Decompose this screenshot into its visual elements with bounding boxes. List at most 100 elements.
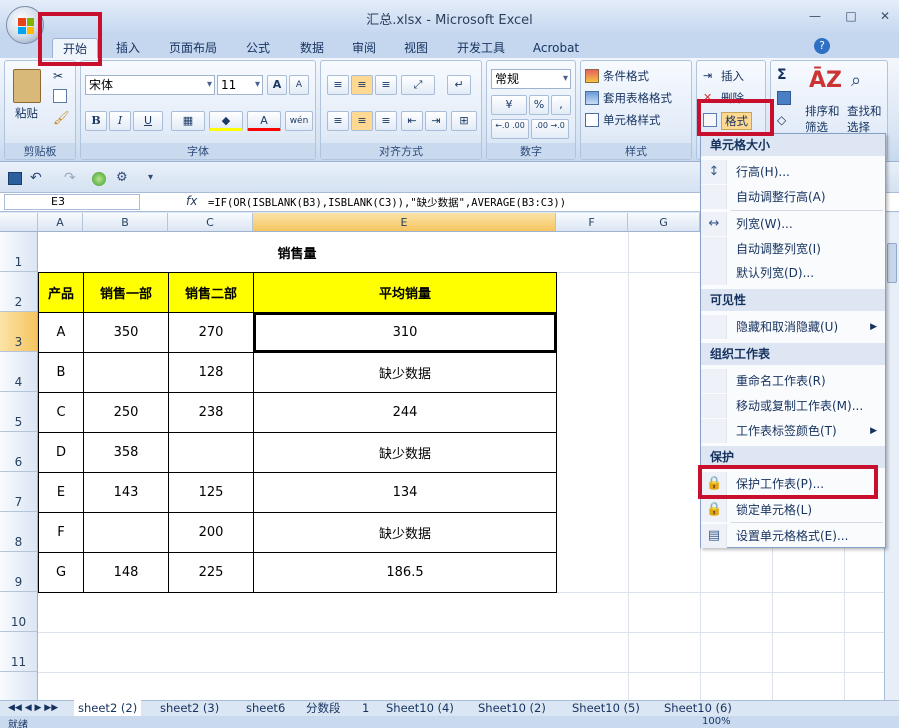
- row-header-2[interactable]: 2: [0, 272, 38, 312]
- decrease-decimal-button[interactable]: .00 →.0: [531, 119, 569, 139]
- paste-icon[interactable]: [13, 69, 41, 103]
- insert-cells-button[interactable]: 插入: [721, 68, 744, 84]
- menu-item-move-copy-sheet[interactable]: 移动或复制工作表(M)...: [701, 394, 885, 418]
- scroll-thumb[interactable]: [887, 243, 897, 283]
- number-format-combo[interactable]: 常规: [491, 69, 571, 89]
- tab-data[interactable]: 数据: [290, 38, 334, 58]
- tab-page-layout[interactable]: 页面布局: [160, 38, 226, 58]
- table-cell[interactable]: 缺少数据: [253, 432, 557, 473]
- wrap-text-icon[interactable]: ↵: [447, 75, 471, 95]
- table-cell[interactable]: 244: [253, 392, 557, 433]
- format-as-table-button[interactable]: 套用表格格式: [603, 90, 672, 106]
- italic-button[interactable]: I: [109, 111, 131, 131]
- menu-item-tab-color[interactable]: 工作表标签颜色(T) ▶: [701, 419, 885, 443]
- customize-toolbar-icon[interactable]: ⚙: [116, 170, 128, 185]
- bold-button[interactable]: B: [85, 111, 107, 131]
- row-header-8[interactable]: 8: [0, 512, 38, 552]
- table-cell[interactable]: 148: [83, 552, 169, 593]
- align-right-icon[interactable]: ≡: [375, 111, 397, 131]
- percent-button[interactable]: %: [529, 95, 549, 115]
- row-header-6[interactable]: 6: [0, 432, 38, 472]
- maximize-button[interactable]: □: [840, 8, 862, 24]
- menu-item-autofit-row-height[interactable]: 自动调整行高(A): [701, 185, 885, 209]
- decrease-indent-icon[interactable]: ⇤: [401, 111, 423, 131]
- column-header-e[interactable]: E: [253, 213, 556, 232]
- find-select-label[interactable]: 查找和: [847, 103, 882, 119]
- font-name-combo[interactable]: 宋体: [85, 75, 215, 95]
- column-header-a[interactable]: A: [38, 213, 83, 232]
- table-cell[interactable]: 缺少数据: [253, 512, 557, 553]
- table-cell[interactable]: 225: [168, 552, 254, 593]
- table-cell[interactable]: 128: [168, 352, 254, 393]
- select-all-corner[interactable]: [0, 213, 38, 232]
- row-header-3[interactable]: 3: [0, 312, 38, 352]
- increase-decimal-button[interactable]: ←.0 .00: [491, 119, 529, 139]
- row-header-5[interactable]: 5: [0, 392, 38, 432]
- table-cell[interactable]: 270: [168, 312, 254, 353]
- table-cell[interactable]: F: [38, 512, 84, 553]
- align-center-icon[interactable]: ≡: [351, 111, 373, 131]
- menu-item-format-cells[interactable]: ▤ 设置单元格格式(E)...: [701, 524, 885, 548]
- increase-indent-icon[interactable]: ⇥: [425, 111, 447, 131]
- table-cell[interactable]: 350: [83, 312, 169, 353]
- clear-icon[interactable]: ◇: [777, 113, 791, 127]
- format-painter-icon[interactable]: 🖌: [53, 111, 70, 126]
- table-cell[interactable]: B: [38, 352, 84, 393]
- tab-formulas[interactable]: 公式: [236, 38, 280, 58]
- row-header-10[interactable]: 10: [0, 592, 38, 632]
- sheet-tab[interactable]: sheet6: [246, 700, 285, 716]
- find-select-icon[interactable]: ⌕: [851, 69, 877, 93]
- table-cell[interactable]: [83, 512, 169, 553]
- conditional-format-button[interactable]: 条件格式: [603, 68, 649, 84]
- tab-view[interactable]: 视图: [394, 38, 438, 58]
- autosum-button[interactable]: Σ: [777, 67, 787, 83]
- cell-styles-button[interactable]: 单元格样式: [603, 112, 661, 128]
- row-header-12[interactable]: [0, 672, 38, 700]
- table-cell[interactable]: D: [38, 432, 84, 473]
- table-cell[interactable]: 143: [83, 472, 169, 513]
- sheet-tab[interactable]: Sheet10 (5): [572, 700, 640, 716]
- menu-item-autofit-column-width[interactable]: 自动调整列宽(I): [701, 237, 885, 261]
- close-button[interactable]: ✕: [874, 8, 896, 24]
- menu-item-column-width[interactable]: ↔ 列宽(W)...: [701, 212, 885, 236]
- save-icon[interactable]: [8, 172, 22, 185]
- orientation-icon[interactable]: ⤢: [401, 75, 435, 95]
- fx-icon[interactable]: fx: [186, 194, 197, 208]
- table-cell[interactable]: 134: [253, 472, 557, 513]
- column-header-f[interactable]: F: [556, 213, 628, 232]
- menu-item-default-width[interactable]: 默认列宽(D)...: [701, 261, 885, 285]
- table-cell[interactable]: [168, 432, 254, 473]
- font-color-button[interactable]: A: [247, 111, 281, 131]
- fill-color-icon[interactable]: ◆: [209, 111, 243, 131]
- sheet-tab[interactable]: Sheet10 (4): [386, 700, 454, 716]
- zoom-level[interactable]: 100%: [702, 716, 731, 727]
- currency-icon[interactable]: ¥: [491, 95, 527, 115]
- tab-acrobat[interactable]: Acrobat: [526, 38, 586, 58]
- sort-filter-label[interactable]: 排序和: [805, 103, 840, 119]
- table-cell[interactable]: 186.5: [253, 552, 557, 593]
- toolbar-dropdown-icon[interactable]: ▾: [148, 172, 153, 183]
- row-header-11[interactable]: 11: [0, 632, 38, 672]
- active-cell[interactable]: 310: [253, 312, 557, 353]
- table-cell[interactable]: 200: [168, 512, 254, 553]
- vertical-scrollbar[interactable]: [884, 213, 899, 700]
- shrink-font-button[interactable]: A: [289, 75, 309, 95]
- name-box[interactable]: E3: [4, 194, 140, 210]
- row-header-7[interactable]: 7: [0, 472, 38, 512]
- menu-item-hide-unhide[interactable]: 隐藏和取消隐藏(U) ▶: [701, 315, 885, 339]
- cut-icon[interactable]: ✂: [53, 69, 67, 83]
- tab-developer[interactable]: 开发工具: [448, 38, 514, 58]
- table-cell[interactable]: [83, 352, 169, 393]
- sheet-nav-icon[interactable]: ◀◀ ◀ ▶ ▶▶: [8, 700, 58, 716]
- align-bottom-icon[interactable]: ≡: [375, 75, 397, 95]
- table-cell[interactable]: 125: [168, 472, 254, 513]
- sheet-tab[interactable]: Sheet10 (2): [478, 700, 546, 716]
- tab-review[interactable]: 审阅: [342, 38, 386, 58]
- table-header-cell[interactable]: 平均销量: [253, 272, 557, 313]
- sort-filter-icon[interactable]: ĀZ: [809, 67, 842, 95]
- paste-button[interactable]: 粘贴: [15, 105, 38, 121]
- table-header-cell[interactable]: 销售一部: [83, 272, 169, 313]
- table-cell[interactable]: 250: [83, 392, 169, 433]
- menu-item-lock-cell[interactable]: 🔒 锁定单元格(L): [701, 498, 885, 522]
- table-cell[interactable]: 缺少数据: [253, 352, 557, 393]
